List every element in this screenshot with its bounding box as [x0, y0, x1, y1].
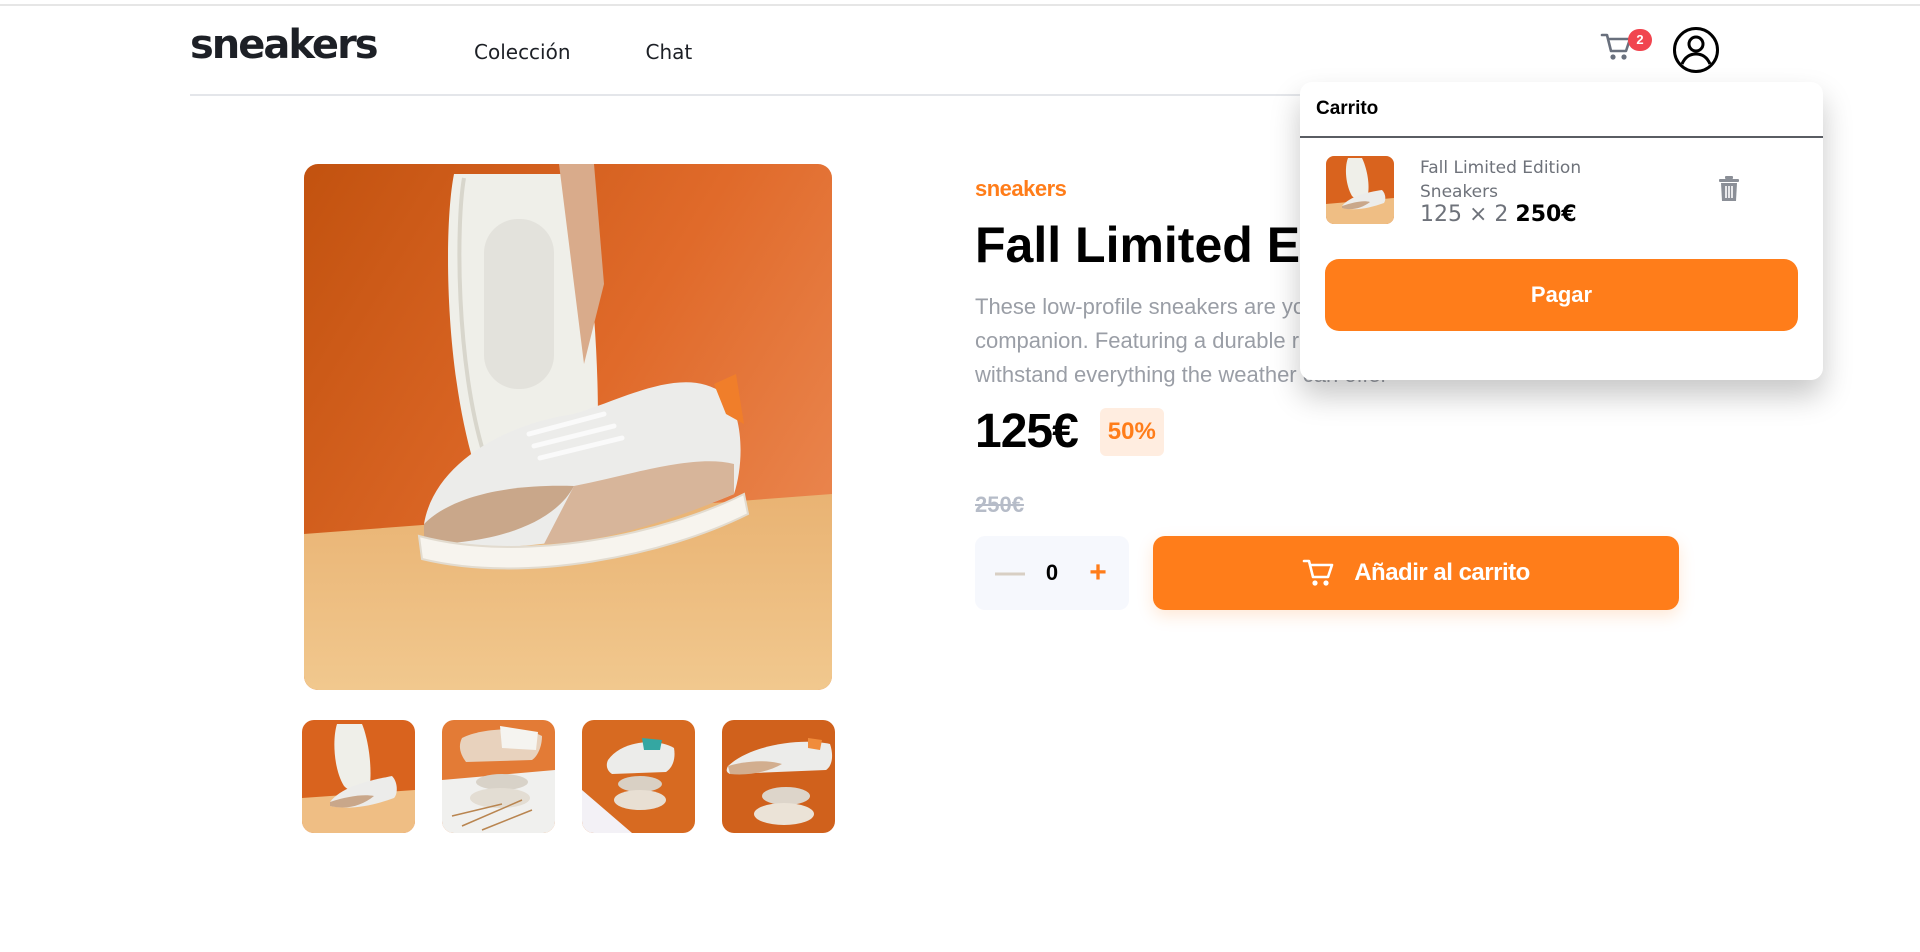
thumbnail-4[interactable]	[722, 720, 835, 833]
product-main-image[interactable]	[304, 164, 832, 690]
logo[interactable]: sneakers	[190, 22, 379, 68]
cart-item-name: Fall Limited Edition Sneakers	[1420, 158, 1582, 202]
user-avatar-icon	[1673, 27, 1719, 73]
add-to-cart-label: Añadir al carrito	[1354, 559, 1530, 586]
thumbnail-1[interactable]	[302, 720, 415, 833]
add-to-cart-button[interactable]: Añadir al carrito	[1153, 536, 1679, 610]
nav-link-chat[interactable]: Chat	[646, 40, 693, 64]
cart-item-price-line: 125 × 2 250€	[1420, 202, 1577, 227]
cart-item-total: 250€	[1515, 202, 1577, 227]
cart-icon	[1302, 559, 1334, 586]
price-row: 125€ 50%	[975, 404, 1164, 459]
checkout-button[interactable]: Pagar	[1325, 259, 1798, 331]
cart-button[interactable]: 2	[1600, 26, 1652, 70]
cart-dropdown: Carrito Fall Limited Edition Sneakers 12…	[1300, 82, 1823, 380]
cart-item-calc: 125 × 2	[1420, 202, 1509, 227]
cart-title: Carrito	[1300, 82, 1823, 138]
thumbnail-3[interactable]	[582, 720, 695, 833]
discount-badge: 50%	[1099, 407, 1164, 456]
quantity-stepper: — 0 +	[975, 536, 1129, 610]
cart-count-badge: 2	[1628, 29, 1652, 51]
current-price: 125€	[975, 405, 1079, 458]
main-nav: Colección Chat	[474, 40, 692, 64]
thumbnail-list	[302, 720, 835, 833]
thumbnail-2[interactable]	[442, 720, 555, 833]
original-price: 250€	[975, 492, 1024, 517]
quantity-increase-button[interactable]: +	[1087, 556, 1109, 590]
user-avatar[interactable]	[1672, 26, 1720, 74]
quantity-value: 0	[1045, 560, 1059, 585]
cart-item-thumbnail	[1326, 156, 1394, 224]
delete-item-button[interactable]	[1718, 176, 1740, 202]
trash-icon	[1719, 176, 1739, 201]
quantity-decrease-button[interactable]: —	[995, 556, 1025, 590]
nav-link-coleccion[interactable]: Colección	[474, 40, 571, 64]
cart-item: Fall Limited Edition Sneakers 125 × 2 25…	[1326, 156, 1796, 228]
